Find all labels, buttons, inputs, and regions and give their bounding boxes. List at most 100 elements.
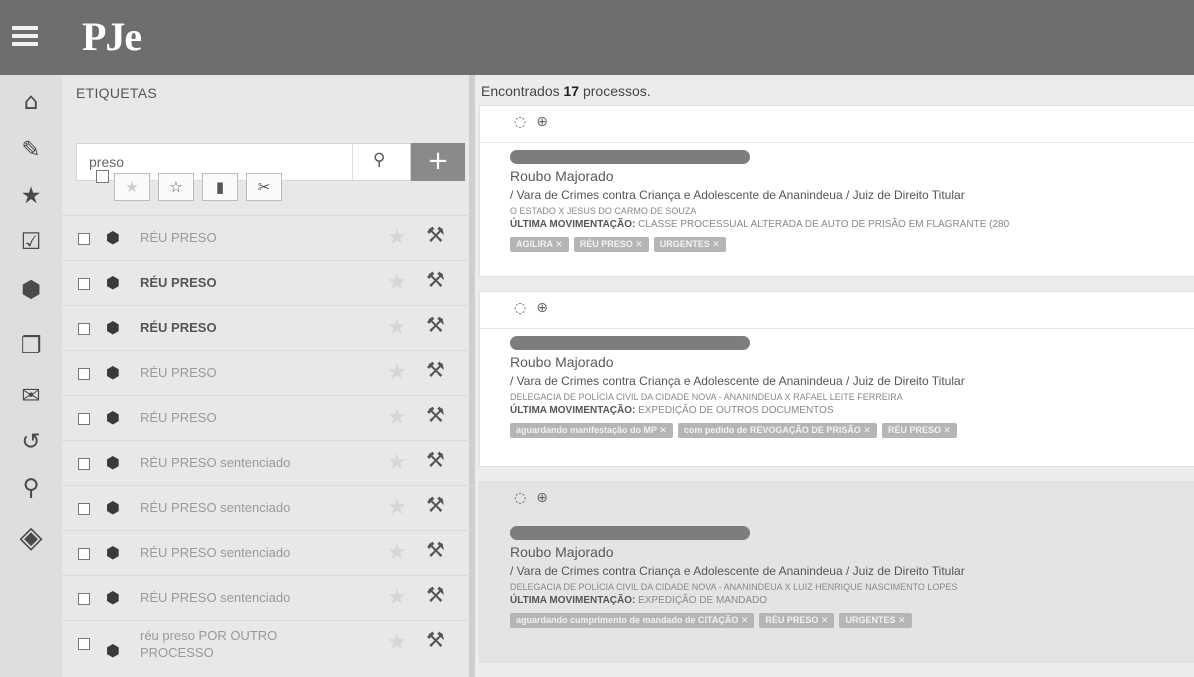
pencil-icon[interactable]: ✎ — [16, 135, 46, 165]
tag-label[interactable]: RÉU PRESO sentenciado — [140, 545, 290, 560]
favorite-filled-button[interactable]: ★ — [114, 173, 150, 201]
tag-chip[interactable]: RÉU PRESO ✕ — [881, 423, 958, 438]
search-icon[interactable]: ⚲ — [16, 473, 46, 503]
plus-circle-icon[interactable]: ⊕ — [536, 490, 548, 506]
plus-circle-icon[interactable]: ⊕ — [536, 300, 548, 316]
process-card: ◌ ⊕ Roubo Majorado / Vara de Crimes contr… — [479, 105, 1194, 277]
tag-label[interactable]: RÉU PRESO — [140, 365, 217, 380]
hamburger-menu-icon[interactable] — [10, 22, 50, 52]
tag-row[interactable]: ⬢ RÉU PRESO ★ ⚒ — [62, 395, 475, 440]
plus-circle-icon[interactable]: ⊕ — [536, 114, 548, 130]
last-movement-text: EXPEDIÇÃO DE MANDADO — [638, 595, 768, 606]
eye-slash-icon[interactable]: ◌ — [514, 114, 526, 130]
tag-label[interactable]: RÉU PRESO — [140, 230, 217, 245]
tag-label[interactable]: réu preso POR OUTRO PROCESSO — [140, 627, 330, 661]
history-icon[interactable]: ↺ — [16, 427, 46, 457]
trash-icon: ▮ — [215, 178, 225, 196]
wrench-icon[interactable]: ⚒ — [426, 313, 445, 337]
wrench-icon[interactable]: ⚒ — [426, 268, 445, 292]
tag-label[interactable]: RÉU PRESO sentenciado — [140, 590, 290, 605]
process-court: / Vara de Crimes contra Criança e Adoles… — [510, 188, 965, 202]
tag-row[interactable]: ⬢ RÉU PRESO sentenciado ★ ⚒ — [62, 440, 475, 485]
magic-wand-icon: ✂ — [257, 178, 271, 196]
tag-chip[interactable]: URGENTES ✕ — [653, 237, 726, 252]
wrench-icon[interactable]: ⚒ — [426, 628, 445, 652]
tag-icon: ⬢ — [106, 641, 120, 660]
tag-row[interactable]: ⬢ RÉU PRESO ★ ⚒ — [62, 260, 475, 305]
tags-icon[interactable]: ⬢ — [16, 275, 46, 305]
process-card: ◌ ⊕ Roubo Majorado / Vara de Crimes contr… — [479, 481, 1194, 663]
tag-row[interactable]: ⬢ RÉU PRESO ★ ⚒ — [62, 305, 475, 350]
tag-checkbox[interactable] — [78, 548, 90, 560]
tag-checkbox[interactable] — [78, 413, 90, 425]
tag-checkbox[interactable] — [78, 233, 90, 245]
process-number-link[interactable] — [510, 150, 750, 164]
tag-label[interactable]: RÉU PRESO — [140, 320, 217, 335]
diamond-icon[interactable]: ◈ — [16, 523, 46, 553]
star-icon[interactable]: ★ — [387, 315, 407, 340]
copy-icon[interactable]: ❐ — [16, 331, 46, 361]
star-icon[interactable]: ★ — [387, 540, 407, 565]
tag-label[interactable]: RÉU PRESO sentenciado — [140, 500, 290, 515]
tag-row[interactable]: ⬢ RÉU PRESO ★ ⚒ — [62, 350, 475, 395]
process-number-link[interactable] — [510, 336, 750, 350]
found-count: 17 — [563, 83, 580, 99]
eye-slash-icon[interactable]: ◌ — [514, 300, 526, 316]
star-icon[interactable]: ★ — [387, 630, 407, 655]
tag-checkbox[interactable] — [78, 368, 90, 380]
process-number-link[interactable] — [510, 526, 750, 540]
tag-row[interactable]: ⬢ RÉU PRESO sentenciado ★ ⚒ — [62, 485, 475, 530]
tag-checkbox[interactable] — [78, 503, 90, 515]
tag-chips: aguardando cumprimento de mandado de CIT… — [510, 610, 917, 628]
tag-chip[interactable]: aguardando cumprimento de mandado de CIT… — [510, 613, 755, 628]
tag-row[interactable]: ⬢ RÉU PRESO ★ ⚒ — [62, 215, 475, 260]
check-square-icon[interactable]: ☑ — [16, 227, 46, 257]
tag-label[interactable]: RÉU PRESO — [140, 275, 217, 290]
tag-label[interactable]: RÉU PRESO sentenciado — [140, 455, 290, 470]
tag-row[interactable]: ⬢ RÉU PRESO sentenciado ★ ⚒ — [62, 530, 475, 575]
delete-button[interactable]: ▮ — [202, 173, 238, 201]
star-icon[interactable]: ★ — [387, 225, 407, 250]
add-tag-button[interactable]: + — [411, 143, 465, 181]
eye-slash-icon[interactable]: ◌ — [514, 490, 526, 506]
wrench-icon[interactable]: ⚒ — [426, 493, 445, 517]
search-icon[interactable]: ⚲ — [373, 150, 385, 170]
last-movement: ÚLTIMA MOVIMENTAÇÃO: EXPEDIÇÃO DE MANDAD… — [510, 595, 767, 606]
pje-logo[interactable]: PJe — [82, 12, 142, 62]
magic-wand-button[interactable]: ✂ — [246, 173, 282, 201]
wrench-icon[interactable]: ⚒ — [426, 403, 445, 427]
tag-chip[interactable]: com pedido de REVOGAÇÃO DE PRISÃO ✕ — [677, 423, 877, 438]
tag-checkbox[interactable] — [78, 638, 90, 650]
tag-row[interactable]: ⬢ réu preso POR OUTRO PROCESSO ★ ⚒ — [62, 620, 475, 677]
tag-checkbox[interactable] — [78, 458, 90, 470]
star-icon[interactable]: ★ — [16, 181, 46, 211]
tag-chip[interactable]: aguardando manifestação do MP ✕ — [510, 423, 673, 438]
tag-row[interactable]: ⬢ RÉU PRESO sentenciado ★ ⚒ — [62, 575, 475, 620]
wrench-icon[interactable]: ⚒ — [426, 358, 445, 382]
wrench-icon[interactable]: ⚒ — [426, 223, 445, 247]
wrench-icon[interactable]: ⚒ — [426, 583, 445, 607]
tag-checkbox[interactable] — [78, 323, 90, 335]
favorite-outline-button[interactable]: ☆ — [158, 173, 194, 201]
star-icon[interactable]: ★ — [387, 405, 407, 430]
tag-icon: ⬢ — [106, 498, 120, 517]
home-icon[interactable]: ⌂ — [16, 87, 46, 117]
tag-checkbox[interactable] — [78, 593, 90, 605]
tag-chip[interactable]: URGENTES ✕ — [839, 613, 912, 628]
star-icon[interactable]: ★ — [387, 270, 407, 295]
star-icon[interactable]: ★ — [387, 495, 407, 520]
tag-chip[interactable]: AGILIRA ✕ — [510, 237, 569, 252]
found-prefix: Encontrados — [481, 83, 564, 99]
envelope-icon[interactable]: ✉ — [16, 381, 46, 411]
tag-checkbox[interactable] — [78, 278, 90, 290]
tag-chip[interactable]: RÉU PRESO ✕ — [759, 613, 835, 628]
process-court: / Vara de Crimes contra Criança e Adoles… — [510, 564, 965, 578]
star-icon[interactable]: ★ — [387, 360, 407, 385]
wrench-icon[interactable]: ⚒ — [426, 538, 445, 562]
wrench-icon[interactable]: ⚒ — [426, 448, 445, 472]
star-icon[interactable]: ★ — [387, 585, 407, 610]
star-icon[interactable]: ★ — [387, 450, 407, 475]
tag-chip[interactable]: RÉU PRESO ✕ — [573, 237, 649, 252]
tag-label[interactable]: RÉU PRESO — [140, 410, 217, 425]
select-all-checkbox[interactable] — [96, 170, 109, 183]
